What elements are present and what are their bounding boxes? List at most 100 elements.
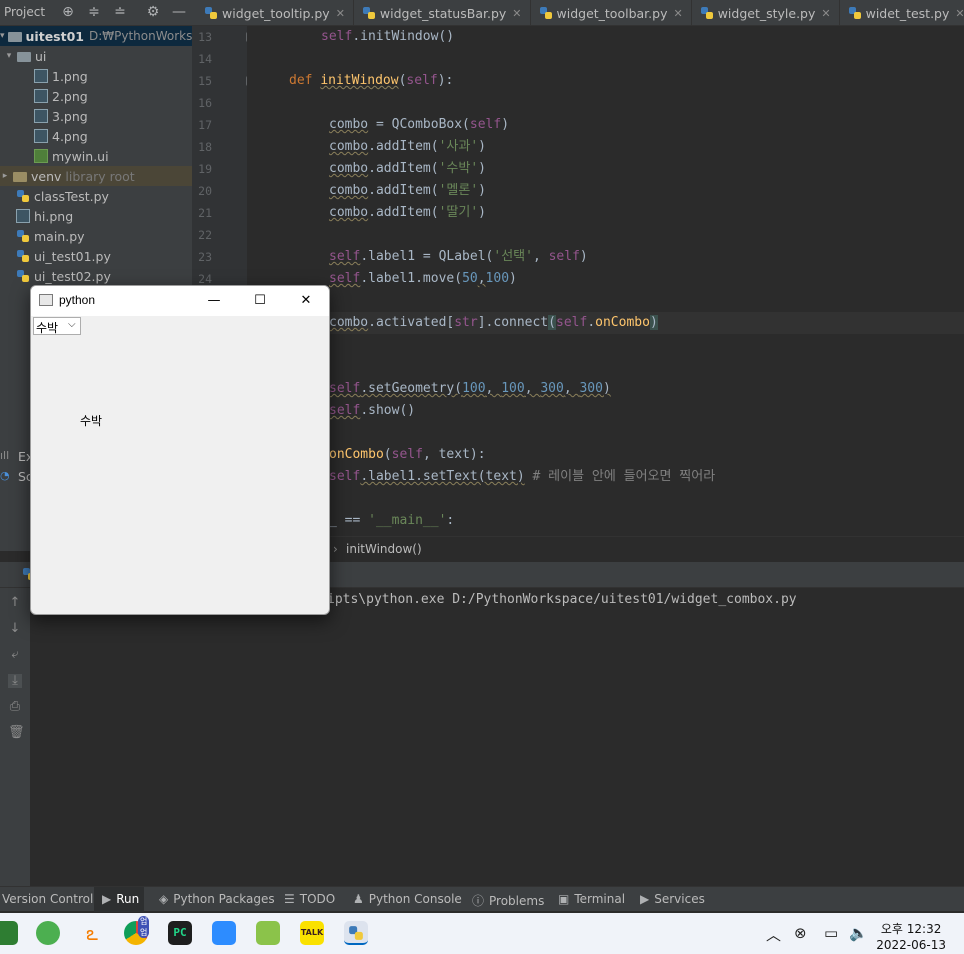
display-icon[interactable]: ▭ [824, 924, 838, 942]
tree-file[interactable]: ui_test02.py [0, 266, 192, 286]
code-line: combo.activated[str].connect(self.onComb… [329, 315, 658, 330]
tree-file[interactable]: 4.png [0, 126, 192, 146]
tree-file[interactable]: ui_test01.py [0, 246, 192, 266]
pycharm-icon[interactable]: PC [168, 921, 192, 945]
python-file-icon [700, 7, 713, 19]
hide-panel-icon[interactable]: — [171, 4, 187, 20]
list-icon: ☰ [284, 892, 295, 906]
tab-run[interactable]: ▶ Run [102, 892, 139, 906]
tab-widet-test[interactable]: widet_test.py ✕ [840, 0, 964, 26]
tab-widget-toolbar[interactable]: widget_toolbar.py ✕ [531, 0, 692, 26]
system-clock[interactable]: 오후 12:32 2022-06-13 [876, 921, 946, 953]
tray-overflow-icon[interactable]: ︿ [766, 924, 781, 945]
gear-icon[interactable]: ⚙ [145, 4, 161, 20]
maximize-button[interactable]: ☐ [237, 286, 283, 316]
close-icon[interactable]: ✕ [512, 7, 521, 20]
chevron-right-icon[interactable]: ▸ [0, 171, 10, 181]
tree-root[interactable]: ▾ uitest01 D:₩PythonWorkspace₩ [0, 26, 192, 46]
python-file-icon [17, 250, 29, 262]
tree-file[interactable]: mywin.ui [0, 146, 192, 166]
leaf-app-icon[interactable] [36, 921, 60, 945]
chat-app-icon[interactable] [256, 921, 280, 945]
tab-problems[interactable]: ⓘ Problems [472, 892, 544, 909]
code-line: self.label1 = QLabel('선택', self) [329, 249, 588, 264]
line-number: 18 [198, 140, 212, 154]
kakaotalk-icon[interactable]: TALK [300, 921, 324, 945]
code-line: combo.addItem('딸기') [329, 205, 486, 220]
soft-wrap-icon[interactable]: ⤶ [8, 648, 22, 662]
tree-folder-ui[interactable]: ▾ ui [0, 46, 192, 66]
ide-top-bar: Project ⊕ ≑ ≐ ⚙ — widget_tooltip.py ✕ wi… [0, 0, 964, 26]
close-icon[interactable]: ✕ [821, 7, 830, 20]
tree-file[interactable]: classTest.py [0, 186, 192, 206]
close-icon[interactable]: ✕ [673, 7, 682, 20]
tab-widget-tooltip[interactable]: widget_tooltip.py ✕ [196, 0, 354, 26]
media-player-icon[interactable] [0, 921, 18, 945]
speaker-muted-icon[interactable]: 🔈 [849, 924, 868, 942]
trash-icon[interactable]: 🗑 [8, 726, 25, 740]
code-line: combo = QComboBox(self) [329, 117, 510, 132]
zoom-icon[interactable] [212, 921, 236, 945]
tree-file[interactable]: 2.png [0, 86, 192, 106]
tab-version-control[interactable]: Version Control [2, 892, 93, 906]
console-output: ipts\python.exe D:/PythonWorkspace/uites… [327, 592, 797, 607]
tree-file[interactable]: 3.png [0, 106, 192, 126]
scroll-to-end-icon[interactable]: ⤓ [8, 674, 22, 688]
tree-folder-venv[interactable]: ▸ venv library root [0, 166, 192, 186]
close-icon[interactable]: ✕ [336, 7, 345, 20]
expand-all-icon[interactable]: ≑ [86, 4, 102, 20]
code-line: self.show() [329, 403, 416, 418]
tab-todo[interactable]: ☰ TODO [284, 892, 335, 906]
line-number: 17 [198, 118, 212, 132]
tree-file[interactable]: 1.png [0, 66, 192, 86]
code-line: self.label1.move(50,100) [329, 271, 517, 286]
image-file-icon [34, 89, 48, 103]
tab-python-packages[interactable]: ◈ Python Packages [159, 892, 275, 906]
file-label: classTest.py [34, 188, 109, 204]
tab-widget-style[interactable]: widget_style.py ✕ [692, 0, 840, 26]
tab-terminal[interactable]: ▣ Terminal [558, 892, 625, 906]
tab-services[interactable]: ▶ Services [640, 892, 705, 906]
line-number: 21 [198, 206, 212, 220]
minimize-button[interactable]: — [191, 286, 237, 316]
jupyter-icon[interactable]: ఽ [80, 921, 104, 945]
fruit-combo-box[interactable]: 수박 ⌵ [33, 317, 81, 335]
window-title-bar[interactable]: python — ☐ ✕ [31, 286, 329, 316]
code-editor[interactable]: self.initWindow() def initWindow(self): … [247, 26, 964, 536]
chevron-down-icon[interactable]: ▾ [0, 31, 5, 41]
tab-label: widget_style.py [717, 5, 816, 21]
python-icon: ♟ [353, 892, 364, 906]
code-line: combo.addItem('사과') [329, 139, 486, 154]
python-file-icon [17, 230, 29, 242]
tray-close-circle-icon[interactable]: ⊗ [794, 924, 807, 942]
window-title: python [59, 293, 96, 307]
print-icon[interactable]: ⎙ [8, 700, 22, 714]
tab-python-console[interactable]: ♟ Python Console [353, 892, 462, 906]
run-console[interactable]: ipts\python.exe D:/PythonWorkspace/uites… [30, 588, 964, 886]
crosshair-icon[interactable]: ⊕ [60, 4, 76, 20]
line-number: 16 [198, 96, 212, 110]
image-file-icon [34, 129, 48, 143]
close-button[interactable]: ✕ [283, 286, 329, 316]
project-panel-title[interactable]: Project [4, 5, 45, 19]
arrow-up-icon[interactable]: ↑ [8, 596, 22, 610]
python-file-icon [17, 190, 29, 202]
tree-file[interactable]: hi.png [0, 206, 192, 226]
line-number: 23 [198, 250, 212, 264]
chevron-down-icon[interactable]: ▾ [4, 51, 14, 61]
line-number: 15 [198, 74, 212, 88]
folder-label: venv [31, 168, 62, 184]
folder-icon [7, 32, 22, 42]
line-number: 20 [198, 184, 212, 198]
line-number: 24 [198, 272, 212, 286]
close-icon[interactable]: ✕ [955, 7, 964, 20]
file-label: ui_test01.py [34, 248, 111, 264]
tab-widget-statusbar[interactable]: widget_statusBar.py ✕ [354, 0, 531, 26]
breadcrumb-item[interactable]: initWindow() [346, 542, 422, 556]
chrome-icon[interactable]: 업업 [124, 916, 150, 945]
arrow-down-icon[interactable]: ↓ [8, 622, 22, 636]
collapse-all-icon[interactable]: ≐ [112, 4, 128, 20]
python-app-icon[interactable] [344, 921, 368, 945]
tree-file[interactable]: main.py [0, 226, 192, 246]
tab-label: widget_toolbar.py [556, 5, 668, 21]
